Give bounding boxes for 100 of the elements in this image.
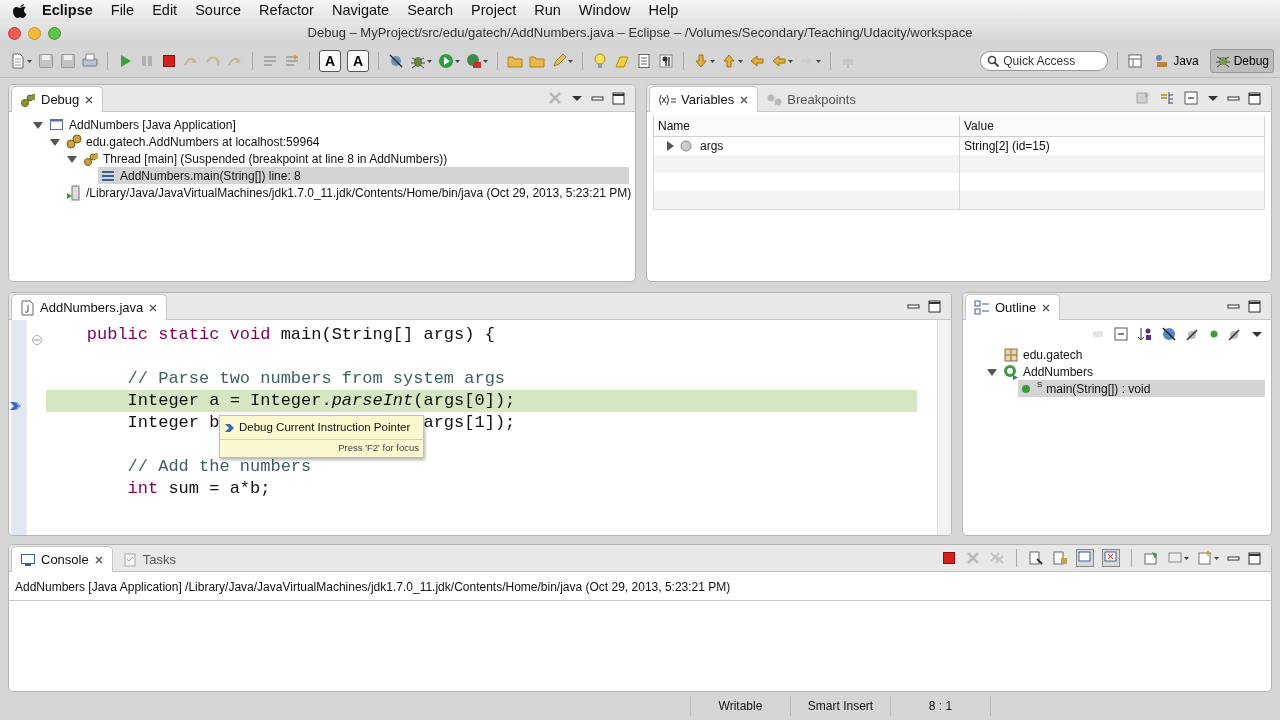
code-line: // Add the numbers	[126, 456, 313, 478]
variable-name: args	[700, 138, 724, 155]
hide-fields-icon[interactable]	[1161, 326, 1177, 342]
maximize-button[interactable]	[1248, 551, 1261, 565]
apple-icon[interactable]	[12, 3, 28, 19]
menu-item[interactable]: Window	[569, 0, 640, 22]
view-tab[interactable]: Breakpoints	[758, 86, 865, 112]
save-icon[interactable]	[38, 52, 54, 69]
column-header[interactable]: Name	[653, 116, 960, 137]
class-icon	[1003, 363, 1019, 380]
close-button[interactable]	[8, 26, 21, 40]
close-icon[interactable]	[1041, 302, 1052, 313]
close-icon[interactable]	[739, 94, 750, 105]
external-tools-icon[interactable]	[466, 52, 488, 69]
pin-console-icon[interactable]	[1143, 550, 1159, 566]
hide-local-icon[interactable]	[1227, 326, 1243, 342]
back-arrow-icon[interactable]	[771, 52, 793, 69]
view-menu-icon[interactable]	[571, 94, 583, 102]
collapse-all-icon[interactable]	[1113, 326, 1129, 342]
close-icon[interactable]	[93, 554, 104, 565]
tree-item[interactable]: AddNumbers	[1001, 363, 1265, 380]
new-file-icon[interactable]	[10, 52, 32, 69]
save-all-icon[interactable]	[60, 52, 76, 69]
logical-structure-icon[interactable]	[1159, 90, 1175, 106]
open-perspective-icon[interactable]	[1127, 52, 1144, 69]
maximize-button[interactable]	[612, 91, 625, 105]
tree-item[interactable]: $^{S}$ main(String[]) : void	[1018, 380, 1265, 397]
menu-item[interactable]: File	[101, 0, 144, 22]
next-annotation-icon[interactable]	[693, 52, 715, 69]
view-tab[interactable]: Console	[11, 546, 113, 572]
search-icon	[987, 54, 1000, 67]
scroll-lock-icon[interactable]	[1052, 550, 1068, 566]
menu-item[interactable]: Run	[525, 0, 570, 22]
menu-item[interactable]: Refactor	[250, 0, 323, 22]
app-menu[interactable]: Eclipse	[28, 0, 102, 22]
tree-item[interactable]: AddNumbers [Java Application]	[47, 116, 629, 133]
stop-icon[interactable]	[941, 550, 957, 566]
maximize-button[interactable]	[1248, 299, 1261, 313]
maximize-button[interactable]	[928, 299, 941, 313]
view-tab[interactable]: Outline	[965, 294, 1061, 320]
menu-item[interactable]: Project	[462, 0, 526, 22]
view-menu-icon[interactable]	[1251, 330, 1263, 338]
close-icon[interactable]	[84, 94, 95, 105]
code-line: // Parse two numbers from system args	[126, 368, 507, 390]
tree-item[interactable]: edu.gatech.AddNumbers at localhost:59964	[64, 133, 629, 150]
tree-item[interactable]: Thread [main] (Suspended (breakpoint at line 8 in AddNumbers))	[81, 150, 629, 167]
code-fragment: Integer b	[127, 413, 220, 432]
menu-item[interactable]: Search	[398, 0, 463, 22]
view-tab[interactable]: Tasks	[112, 546, 185, 572]
zoom-button[interactable]	[48, 26, 61, 40]
show-console-icon[interactable]	[1102, 549, 1120, 567]
maximize-button[interactable]	[1248, 91, 1261, 105]
pilcrow-icon[interactable]	[658, 52, 674, 69]
tree-item[interactable]: edu.gatech	[1001, 346, 1265, 363]
stop-icon[interactable]	[161, 52, 177, 69]
lightbulb-icon[interactable]	[592, 52, 608, 69]
minimize-button[interactable]	[591, 95, 604, 101]
application-icon	[49, 116, 65, 133]
menu-item[interactable]: Help	[639, 0, 688, 22]
quick-access-field[interactable]: Quick Access	[980, 50, 1109, 71]
fold-icon[interactable]	[32, 334, 42, 345]
previous-annotation-icon[interactable]	[721, 52, 743, 69]
perspective-button[interactable]: Debug	[1209, 48, 1274, 73]
run-icon[interactable]	[438, 52, 460, 69]
dot-icon[interactable]	[1209, 329, 1219, 339]
minimize-button[interactable]	[907, 303, 920, 309]
view-tab[interactable]: Debug	[11, 86, 104, 112]
minimize-button[interactable]	[1227, 95, 1240, 101]
back-arrow-icon[interactable]	[749, 52, 765, 69]
view-tab[interactable]: AddNumbers.java	[11, 294, 168, 320]
tree-item[interactable]: AddNumbers.main(String[]) line: 8	[98, 167, 629, 184]
display-console-icon[interactable]	[1167, 550, 1189, 566]
menu-item[interactable]: Edit	[143, 0, 187, 22]
new-console-icon[interactable]	[1197, 550, 1219, 566]
perspective-button[interactable]: Java	[1149, 48, 1204, 73]
collapse-all-icon[interactable]	[1183, 90, 1199, 106]
tree-item[interactable]: /Library/Java/JavaVirtualMachines/jdk1.7.0_11.jdk/Contents/Home/bin/java (Oct 29, 2013, 5:23:21 PM)	[64, 184, 632, 201]
toggle-button[interactable]: A	[347, 49, 369, 72]
clear-console-icon[interactable]	[1028, 550, 1044, 566]
view-tab[interactable]: Variables	[649, 86, 759, 112]
gears-icon	[83, 150, 99, 167]
sort-icon[interactable]	[1137, 326, 1153, 342]
word-wrap-icon[interactable]	[1076, 549, 1094, 567]
tooltip-hint: Press 'F2' for focus	[338, 442, 419, 454]
toggle-button[interactable]: A	[319, 49, 341, 72]
menu-item[interactable]: Source	[186, 0, 251, 22]
column-header[interactable]: Value	[959, 116, 1265, 137]
minimize-button[interactable]	[1227, 555, 1240, 561]
page-icon[interactable]	[636, 52, 652, 69]
menu-item[interactable]: Navigate	[322, 0, 399, 22]
expand-arrow-icon[interactable]	[664, 140, 676, 152]
print-icon[interactable]	[82, 52, 98, 69]
hide-static-icon[interactable]	[1185, 326, 1201, 342]
close-icon[interactable]	[148, 302, 159, 313]
view-menu-icon[interactable]	[1207, 94, 1219, 102]
minimize-button[interactable]	[1227, 303, 1240, 309]
breakpoints-icon	[767, 92, 783, 107]
variables-icon	[658, 92, 676, 107]
skip-breakpoints-icon[interactable]	[388, 52, 404, 69]
pen-icon[interactable]	[551, 52, 573, 69]
